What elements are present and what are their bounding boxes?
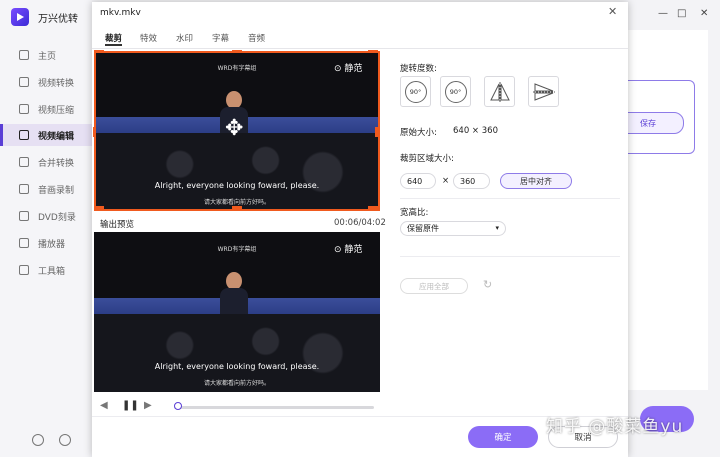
center-align-button[interactable]: 居中对齐 [500,173,572,189]
preview-video: WRD有字幕组 ⊙ 静范 Alright, everyone looking f… [94,232,380,392]
rotate-right-text: 90° [449,87,462,96]
tab-watermark[interactable]: 水印 [176,32,193,44]
dialog-title: mkv.mkv [100,8,141,18]
sidebar-item-label: DVD刻录 [38,212,76,223]
divider [400,256,620,257]
active-tab-indicator [105,44,122,46]
sidebar-item-record[interactable]: 音画录制 [0,178,92,200]
sidebar-item-convert[interactable]: 视频转换 [0,71,92,93]
aspect-ratio-select[interactable]: 保留原件 ▾ [400,221,506,236]
sidebar-item-label: 合并转换 [38,158,75,169]
window-close-button[interactable]: ✕ [700,8,708,19]
rotate-right-button[interactable]: 90° [440,76,471,107]
edit-dialog: mkv.mkv ✕ 裁剪 特效 水印 字幕 音频 WRD有字幕组 ⊙ 静范 Al… [92,2,628,457]
sidebar-item-label: 视频编辑 [38,131,75,142]
original-size-value: 640 × 360 [453,126,498,136]
tab-crop[interactable]: 裁剪 [105,32,122,44]
video-logo-text: 静范 [344,245,363,255]
aspect-ratio-label: 宽高比: [400,208,429,218]
tab-audio[interactable]: 音频 [248,32,265,44]
playback-time: 00:06/04:02 [334,218,386,228]
scissors-icon [19,130,29,140]
toolbox-icon [19,265,29,275]
flip-vertical-icon [532,82,555,101]
crop-width-input[interactable]: 640 [400,173,436,189]
sidebar-item-compress[interactable]: 视频压缩 [0,98,92,120]
confirm-button[interactable]: 确定 [468,426,538,448]
flip-horizontal-icon [489,81,510,102]
player-icon [19,238,29,248]
progress-track[interactable] [174,406,374,409]
rotate-left-text: 90° [409,87,422,96]
sidebar-item-home[interactable]: 主页 [0,44,92,66]
sidebar-item-merge[interactable]: 合并转换 [0,151,92,173]
sidebar-item-player[interactable]: 播放器 [0,232,92,254]
crop-handle[interactable] [94,50,104,53]
crop-handle[interactable] [375,127,378,137]
progress-knob[interactable] [174,402,182,410]
dialog-close-button[interactable]: ✕ [608,5,617,18]
aspect-ratio-value: 保留原件 [407,224,439,233]
sidebar-item-dvd[interactable]: DVD刻录 [0,205,92,227]
rotate-left-button[interactable]: 90° [400,76,431,107]
sidebar-item-label: 主页 [38,51,57,62]
apply-all-button[interactable]: 应用全部 [400,278,468,294]
rotate-label: 旋转度数: [400,64,437,74]
crop-handle[interactable] [93,127,96,137]
record-icon [19,184,29,194]
tab-subtitle[interactable]: 字幕 [212,32,229,44]
sidebar-item-toolbox[interactable]: 工具箱 [0,259,92,281]
crop-handle[interactable] [94,206,104,209]
crop-height-input[interactable]: 360 [453,173,490,189]
compress-icon [19,104,29,114]
crop-handle[interactable] [232,206,242,209]
disc-icon [19,211,29,221]
app-title: 万兴优转 [38,14,78,25]
home-icon [19,50,29,60]
sidebar-item-edit[interactable]: 视频编辑 [0,124,92,146]
sidebar-item-label: 视频压缩 [38,105,75,116]
rotate-right-icon: 90° [444,80,467,103]
maximize-button[interactable]: □ [677,8,686,19]
sidebar: 万兴优转 主页 视频转换 视频压缩 视频编辑 合并转换 音画录制 DVD刻录 播… [0,0,92,457]
flip-horizontal-button[interactable] [484,76,515,107]
app-logo-icon [11,8,29,26]
sidebar-item-label: 播放器 [38,239,66,250]
crop-area-label: 裁剪区域大小: [400,154,454,164]
sidebar-item-label: 音画录制 [38,185,75,196]
output-preview-label: 输出预览 [100,220,135,230]
refresh-icon[interactable]: ↻ [483,278,492,291]
convert-icon [19,77,29,87]
previous-icon[interactable]: ◀ [100,400,108,411]
divider [400,198,620,199]
minimize-button[interactable]: — [658,8,668,19]
crop-times-sign: × [442,176,450,186]
crop-handle[interactable] [368,50,378,53]
crop-handle[interactable] [368,206,378,209]
sidebar-item-label: 视频转换 [38,78,75,89]
video-caption-cn: 请大家都看向前方好吗。 [203,380,270,387]
tab-effects[interactable]: 特效 [140,32,157,44]
original-size-label: 原始大小: [400,128,437,138]
video-caption-en: Alright, everyone looking foward, please… [154,362,320,371]
tab-divider [92,48,628,49]
video-logo: ⊙ 静范 [334,245,363,255]
merge-icon [19,157,29,167]
crop-handle[interactable] [232,50,242,53]
next-icon[interactable]: ▶ [144,400,152,411]
watermark: 知乎 @酸菜鱼yu [546,417,684,437]
move-icon[interactable]: ✥ [225,118,243,140]
help-icon[interactable] [32,434,44,446]
sidebar-item-label: 工具箱 [38,266,66,277]
feedback-icon[interactable] [59,434,71,446]
flip-vertical-button[interactable] [528,76,559,107]
pause-icon[interactable]: ❚❚ [122,400,139,411]
chevron-down-icon: ▾ [495,224,499,232]
rotate-left-icon: 90° [404,80,427,103]
